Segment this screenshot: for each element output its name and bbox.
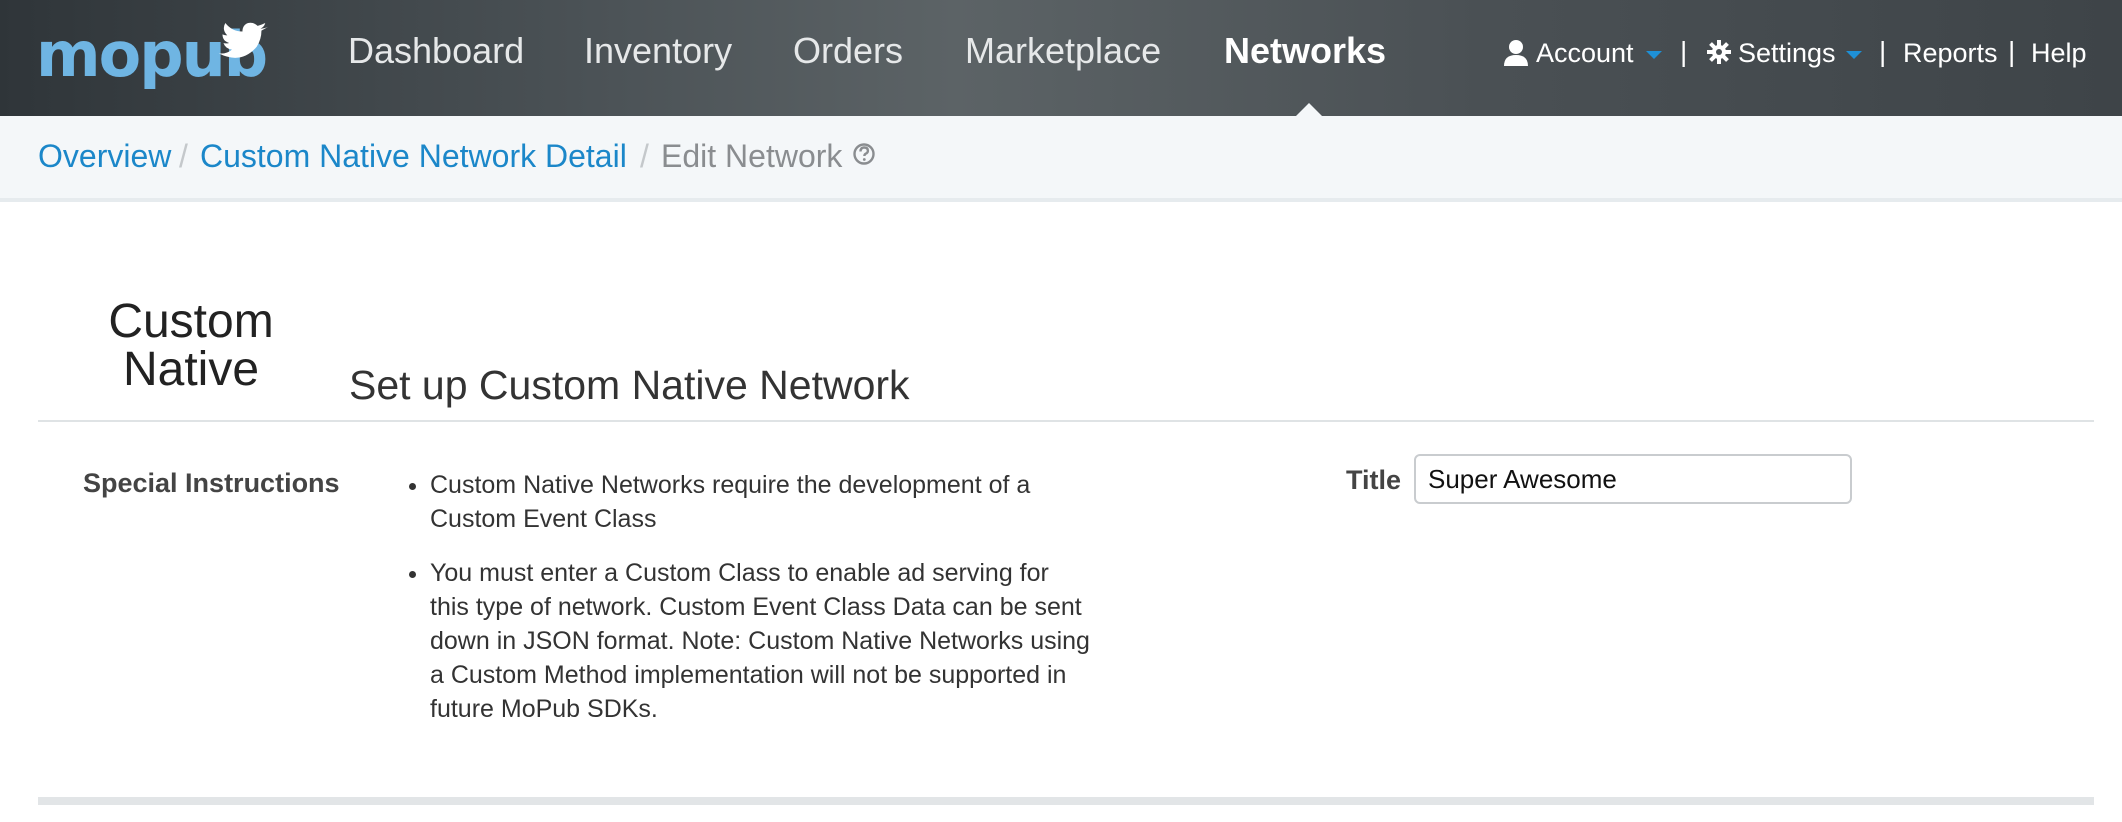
account-menu[interactable]: Account bbox=[1536, 38, 1634, 69]
network-logo-line: Custom bbox=[108, 295, 274, 348]
active-tab-pointer bbox=[1296, 103, 1322, 116]
top-navigation-bar: mopub Dashboard Inventory Orders Marketp… bbox=[0, 0, 2122, 116]
breadcrumb: Overview / Custom Native Network Detail … bbox=[0, 116, 2122, 202]
question-help-icon[interactable] bbox=[853, 143, 875, 165]
divider bbox=[38, 797, 2094, 805]
title-label: Title bbox=[1346, 465, 1402, 495]
custom-native-network-logo: Custom Native bbox=[96, 298, 286, 394]
separator: | bbox=[1680, 36, 1688, 67]
help-link[interactable]: Help bbox=[2031, 38, 2087, 69]
nav-networks[interactable]: Networks bbox=[1224, 30, 1386, 72]
special-instructions-label: Special Instructions bbox=[83, 468, 340, 498]
gear-icon bbox=[1707, 40, 1731, 64]
breadcrumb-separator: / bbox=[640, 138, 649, 174]
reports-link[interactable]: Reports bbox=[1903, 38, 1998, 69]
breadcrumb-network-detail[interactable]: Custom Native Network Detail bbox=[200, 138, 627, 175]
mopub-logo[interactable]: mopub bbox=[36, 10, 296, 100]
nav-dashboard[interactable]: Dashboard bbox=[348, 30, 524, 72]
nav-marketplace[interactable]: Marketplace bbox=[965, 30, 1161, 72]
title-input[interactable] bbox=[1414, 454, 1852, 504]
settings-dropdown-caret[interactable] bbox=[1846, 51, 1862, 59]
nav-inventory[interactable]: Inventory bbox=[584, 30, 732, 72]
breadcrumb-separator: / bbox=[179, 138, 188, 174]
instructions-list: Custom Native Networks require the devel… bbox=[390, 468, 1090, 746]
account-dropdown-caret[interactable] bbox=[1646, 51, 1662, 59]
user-icon bbox=[1504, 40, 1528, 66]
network-logo-line: Native bbox=[122, 343, 260, 396]
breadcrumb-edit-network: Edit Network bbox=[661, 138, 843, 174]
breadcrumb-overview[interactable]: Overview bbox=[38, 138, 171, 175]
page-title: Set up Custom Native Network bbox=[349, 362, 910, 408]
settings-menu[interactable]: Settings bbox=[1738, 38, 1836, 69]
separator: | bbox=[2008, 36, 2016, 67]
nav-orders[interactable]: Orders bbox=[793, 30, 903, 72]
separator: | bbox=[1879, 36, 1887, 67]
list-item: Custom Native Networks require the devel… bbox=[430, 468, 1090, 536]
divider bbox=[38, 420, 2094, 422]
list-item: You must enter a Custom Class to enable … bbox=[430, 556, 1090, 726]
